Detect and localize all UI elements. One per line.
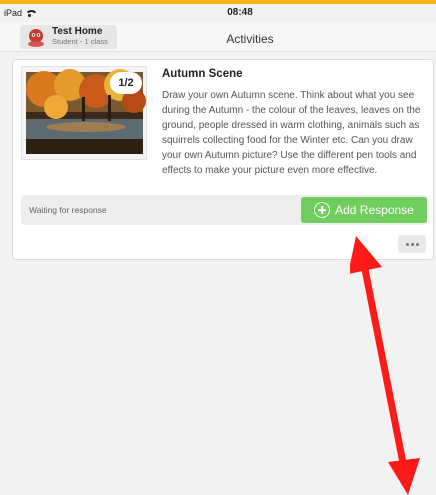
status-time: 08:48: [227, 7, 253, 18]
annotation-double-arrow: [350, 236, 420, 495]
response-status-row: Waiting for response Add Response: [21, 195, 427, 225]
page-badge: 1/2: [110, 72, 142, 94]
activity-description: Draw your own Autumn scene. Think about …: [162, 90, 421, 176]
activity-thumbnail[interactable]: 1/2: [21, 66, 147, 160]
plus-icon: [314, 202, 331, 218]
add-response-label: Add Response: [335, 203, 414, 217]
status-text: Waiting for response: [29, 205, 107, 215]
status-bar: iPad 08:48: [0, 4, 436, 22]
header: Test Home Student - 1 class Activities: [0, 22, 436, 52]
activity-card: 1/2 Autumn Scene Draw your own Autumn sc…: [12, 59, 434, 260]
activity-title: Autumn Scene: [162, 68, 243, 80]
add-response-button[interactable]: Add Response: [301, 197, 427, 223]
page-title: Activities: [226, 32, 274, 46]
